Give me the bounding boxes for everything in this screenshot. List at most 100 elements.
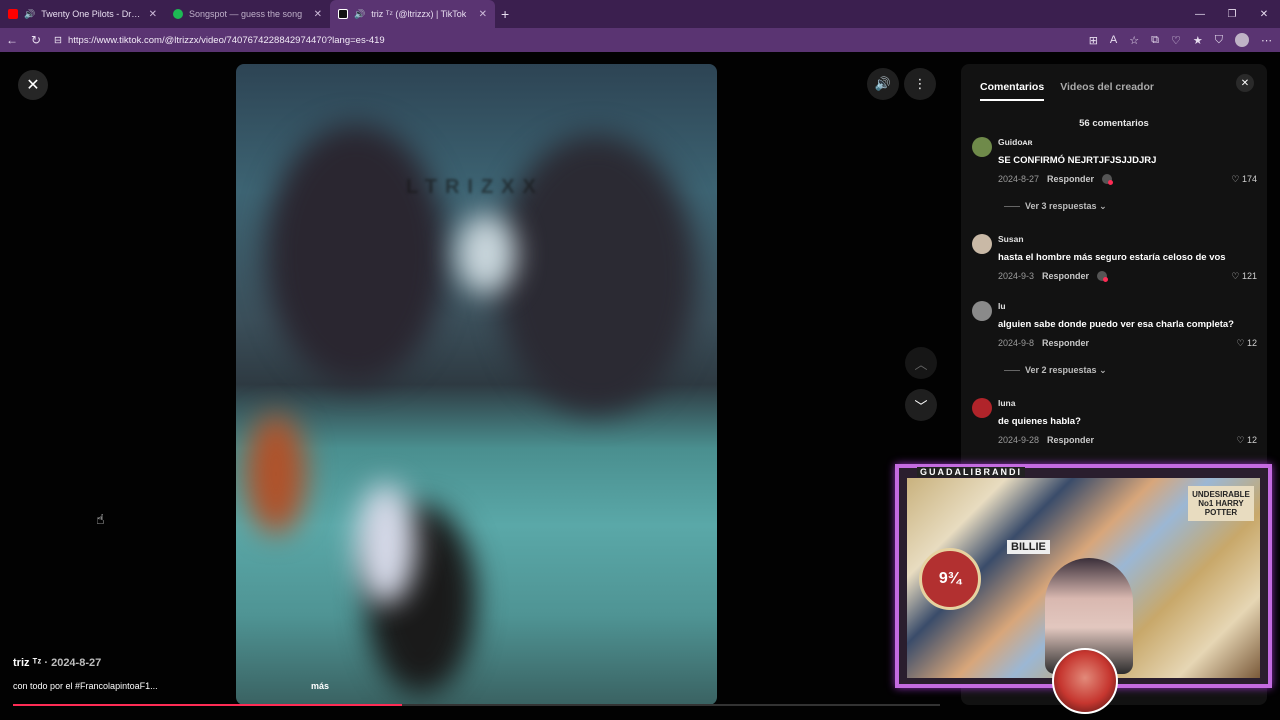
- harry-potter-poster: UNDESIRABLE No1 HARRY POTTER: [1188, 486, 1254, 521]
- comment-date: 2024-8-27: [998, 174, 1040, 184]
- shield-icon[interactable]: ⛉: [1215, 34, 1223, 47]
- comment-item: Guidoᴀʀ SE CONFIRMÓ NEJRTJFJSJJDJRJ 2024…: [972, 137, 1257, 227]
- translate-icon[interactable]: A: [1110, 34, 1117, 46]
- site-info-icon[interactable]: ⊟: [54, 35, 62, 46]
- favorite-star-icon[interactable]: ☆: [1129, 34, 1139, 47]
- comment-date: 2024-9-8: [998, 338, 1035, 348]
- window-close-icon[interactable]: ✕: [1248, 0, 1280, 28]
- more-button[interactable]: más: [311, 681, 329, 691]
- chevron-up-icon: ︿: [914, 356, 928, 372]
- tab-creator-videos[interactable]: Videos del creador: [1060, 81, 1154, 101]
- address-bar: ← ↻ ⊟ https://www.tiktok.com/@ltrizzx/vi…: [0, 28, 1280, 52]
- tab-close-icon[interactable]: ✕: [479, 9, 487, 20]
- tab-close-icon[interactable]: ✕: [314, 9, 322, 20]
- tab-comments[interactable]: Comentarios: [980, 81, 1045, 101]
- favorites-icon[interactable]: ★: [1193, 34, 1203, 47]
- url-text: https://www.tiktok.com/@ltrizzx/video/74…: [67, 34, 385, 46]
- browser-tab-bar: 🔊 Twenty One Pilots - Drag Path ✕ Songsp…: [0, 0, 1280, 28]
- volume-icon: 🔊: [874, 76, 892, 91]
- previous-video-button[interactable]: ︿: [905, 347, 937, 379]
- comment-author[interactable]: Susan: [998, 234, 1024, 244]
- avatar[interactable]: [972, 137, 992, 157]
- platform-sign: 9¾: [919, 548, 981, 610]
- back-icon[interactable]: ←: [0, 33, 24, 47]
- reply-button[interactable]: Responder: [1042, 338, 1089, 348]
- heart-icon: ♡: [1231, 271, 1240, 281]
- extensions-icon[interactable]: ⧉: [1151, 34, 1159, 47]
- author-line: triz ᵀᶻ · 2024-8-27: [13, 657, 101, 669]
- comment-item: luna de quienes habla? 2024-9-28 Respond…: [972, 398, 1257, 458]
- chevron-down-icon: ⌄: [1099, 365, 1107, 375]
- video-progress-bar[interactable]: [13, 704, 940, 706]
- video-frame[interactable]: LTRIZXX: [236, 64, 717, 705]
- video-blur-shape: [246, 414, 306, 534]
- comment-author[interactable]: lu: [998, 301, 1006, 311]
- comment-item: Susan hasta el hombre más seguro estaría…: [972, 234, 1257, 294]
- like-button[interactable]: ♡ 121: [1231, 271, 1257, 282]
- tab-title: Twenty One Pilots - Drag Path: [41, 9, 142, 19]
- video-description: con todo por el #FrancolapintoaF1...: [13, 681, 158, 691]
- tab-title: Songspot — guess the song: [189, 9, 303, 19]
- browser-tab-tiktok[interactable]: 🔊 triz ᵀᶻ (@ltrizzx) | TikTok ✕: [330, 0, 495, 28]
- comment-meta: 2024-8-27 Responder: [998, 174, 1114, 185]
- post-date: · 2024-8-27: [44, 657, 102, 669]
- reply-button[interactable]: Responder: [1042, 271, 1089, 281]
- reload-icon[interactable]: ↻: [24, 33, 48, 47]
- songspot-favicon-icon: [173, 9, 183, 19]
- speaker-icon[interactable]: 🔊: [354, 9, 365, 20]
- progress-fill: [13, 704, 403, 706]
- panel-tabs: Comentarios Videos del creador: [980, 81, 1154, 101]
- webcam-overlay: GUADALIBRANDI 9¾ BILLIE UNDESIRABLE No1 …: [895, 464, 1272, 714]
- like-count: 12: [1246, 338, 1257, 348]
- url-field[interactable]: ⊟ https://www.tiktok.com/@ltrizzx/video/…: [54, 35, 385, 46]
- streamer-avatar: [1052, 648, 1118, 714]
- view-replies-button[interactable]: Ver 3 respuestas ⌄: [1004, 201, 1107, 212]
- chevron-down-icon: ⌄: [1099, 201, 1107, 211]
- speaker-icon[interactable]: 🔊: [24, 9, 35, 20]
- like-button[interactable]: ♡ 12: [1236, 338, 1257, 349]
- comment-count: 56 comentarios: [1079, 118, 1149, 129]
- tiktok-favicon-icon: [338, 9, 348, 19]
- browser-tab-songspot[interactable]: Songspot — guess the song ✕: [165, 0, 330, 28]
- app-available-icon[interactable]: ⊞: [1089, 34, 1098, 47]
- tab-close-icon[interactable]: ✕: [149, 9, 157, 20]
- comment-text: de quienes habla?: [998, 416, 1081, 427]
- new-tab-icon[interactable]: +: [501, 6, 509, 22]
- author-name[interactable]: triz ᵀᶻ: [13, 657, 41, 669]
- like-button[interactable]: ♡ 174: [1231, 174, 1257, 185]
- avatar[interactable]: [972, 234, 992, 254]
- avatar[interactable]: [972, 398, 992, 418]
- minimize-icon[interactable]: —: [1184, 0, 1216, 28]
- more-menu-icon[interactable]: ⋯: [1261, 34, 1272, 47]
- kebab-menu-icon: ⋮: [913, 76, 927, 91]
- comment-author[interactable]: luna: [998, 398, 1015, 408]
- close-icon: ✕: [1240, 77, 1250, 89]
- video-caption: triz ᵀᶻ · 2024-8-27 con todo por el #Fra…: [13, 657, 329, 691]
- video-watermark: LTRIZXX: [406, 176, 544, 198]
- restore-icon[interactable]: ❐: [1216, 0, 1248, 28]
- video-blur-shape: [456, 214, 516, 294]
- creator-reply-avatar-icon: [1102, 174, 1114, 185]
- browser-tab-youtube[interactable]: 🔊 Twenty One Pilots - Drag Path ✕: [0, 0, 165, 28]
- more-options-button[interactable]: ⋮: [904, 68, 936, 100]
- reply-button[interactable]: Responder: [1047, 174, 1094, 184]
- profile-avatar[interactable]: [1235, 33, 1249, 47]
- like-button[interactable]: ♡ 12: [1236, 435, 1257, 446]
- tab-title: triz ᵀᶻ (@ltrizzx) | TikTok: [371, 9, 467, 19]
- view-replies-label: Ver 3 respuestas: [1025, 201, 1097, 211]
- window-controls: — ❐ ✕: [1184, 0, 1280, 28]
- close-panel-button[interactable]: ✕: [1236, 74, 1254, 92]
- comment-date: 2024-9-28: [998, 435, 1040, 445]
- view-replies-button[interactable]: Ver 2 respuestas ⌄: [1004, 365, 1107, 376]
- comment-author[interactable]: Guidoᴀʀ: [998, 137, 1033, 147]
- view-replies-label: Ver 2 respuestas: [1025, 365, 1097, 375]
- next-video-button[interactable]: ﹀: [905, 389, 937, 421]
- mute-button[interactable]: 🔊: [867, 68, 899, 100]
- close-icon: ✕: [26, 77, 40, 94]
- browser-essentials-icon[interactable]: ♡: [1171, 34, 1181, 47]
- reply-button[interactable]: Responder: [1047, 435, 1094, 445]
- avatar[interactable]: [972, 301, 992, 321]
- hand-cursor-icon: ☝: [96, 511, 105, 527]
- heart-icon: ♡: [1231, 174, 1240, 184]
- close-player-button[interactable]: ✕: [18, 70, 48, 100]
